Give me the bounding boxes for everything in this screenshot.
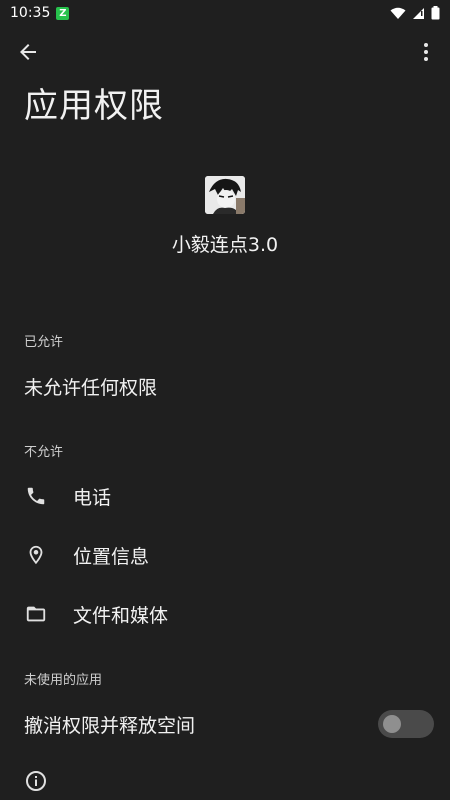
permission-row-files-media[interactable]: 文件和媒体 <box>0 592 450 636</box>
app-name: 小毅连点3.0 <box>171 234 279 256</box>
page-title: 应用权限 <box>24 86 164 126</box>
unused-apps-section-label: 未使用的应用 <box>24 673 103 688</box>
not-allowed-section-label: 不允许 <box>24 445 64 460</box>
wifi-icon <box>390 7 406 20</box>
revoke-permissions-toggle[interactable] <box>378 710 434 738</box>
status-left: 10:35 Z <box>10 5 70 21</box>
permission-label: 位置信息 <box>73 545 150 568</box>
folder-icon <box>24 602 48 626</box>
permission-label: 文件和媒体 <box>73 604 169 627</box>
permission-row-phone[interactable]: 电话 <box>0 474 450 518</box>
back-button[interactable] <box>16 40 40 64</box>
status-time: 10:35 <box>10 5 51 21</box>
allowed-section-label: 已允许 <box>24 335 64 350</box>
location-icon <box>24 543 48 567</box>
info-icon[interactable] <box>24 769 48 793</box>
arrow-back-icon <box>20 44 36 60</box>
revoke-permissions-label: 撤消权限并释放空间 <box>24 715 196 737</box>
signal-icon <box>412 7 425 20</box>
permission-row-location[interactable]: 位置信息 <box>0 533 450 577</box>
notification-app-icon: Z <box>56 6 70 20</box>
status-icons <box>390 6 440 20</box>
permission-label: 电话 <box>73 486 112 509</box>
more-vert-icon <box>424 43 428 61</box>
battery-icon <box>431 6 440 20</box>
more-options-button[interactable] <box>414 40 438 64</box>
phone-icon <box>24 484 48 508</box>
app-icon <box>205 176 245 214</box>
no-permissions-allowed-text: 未允许任何权限 <box>24 377 158 399</box>
status-bar: 10:35 Z <box>0 0 450 26</box>
toggle-knob <box>383 715 401 733</box>
